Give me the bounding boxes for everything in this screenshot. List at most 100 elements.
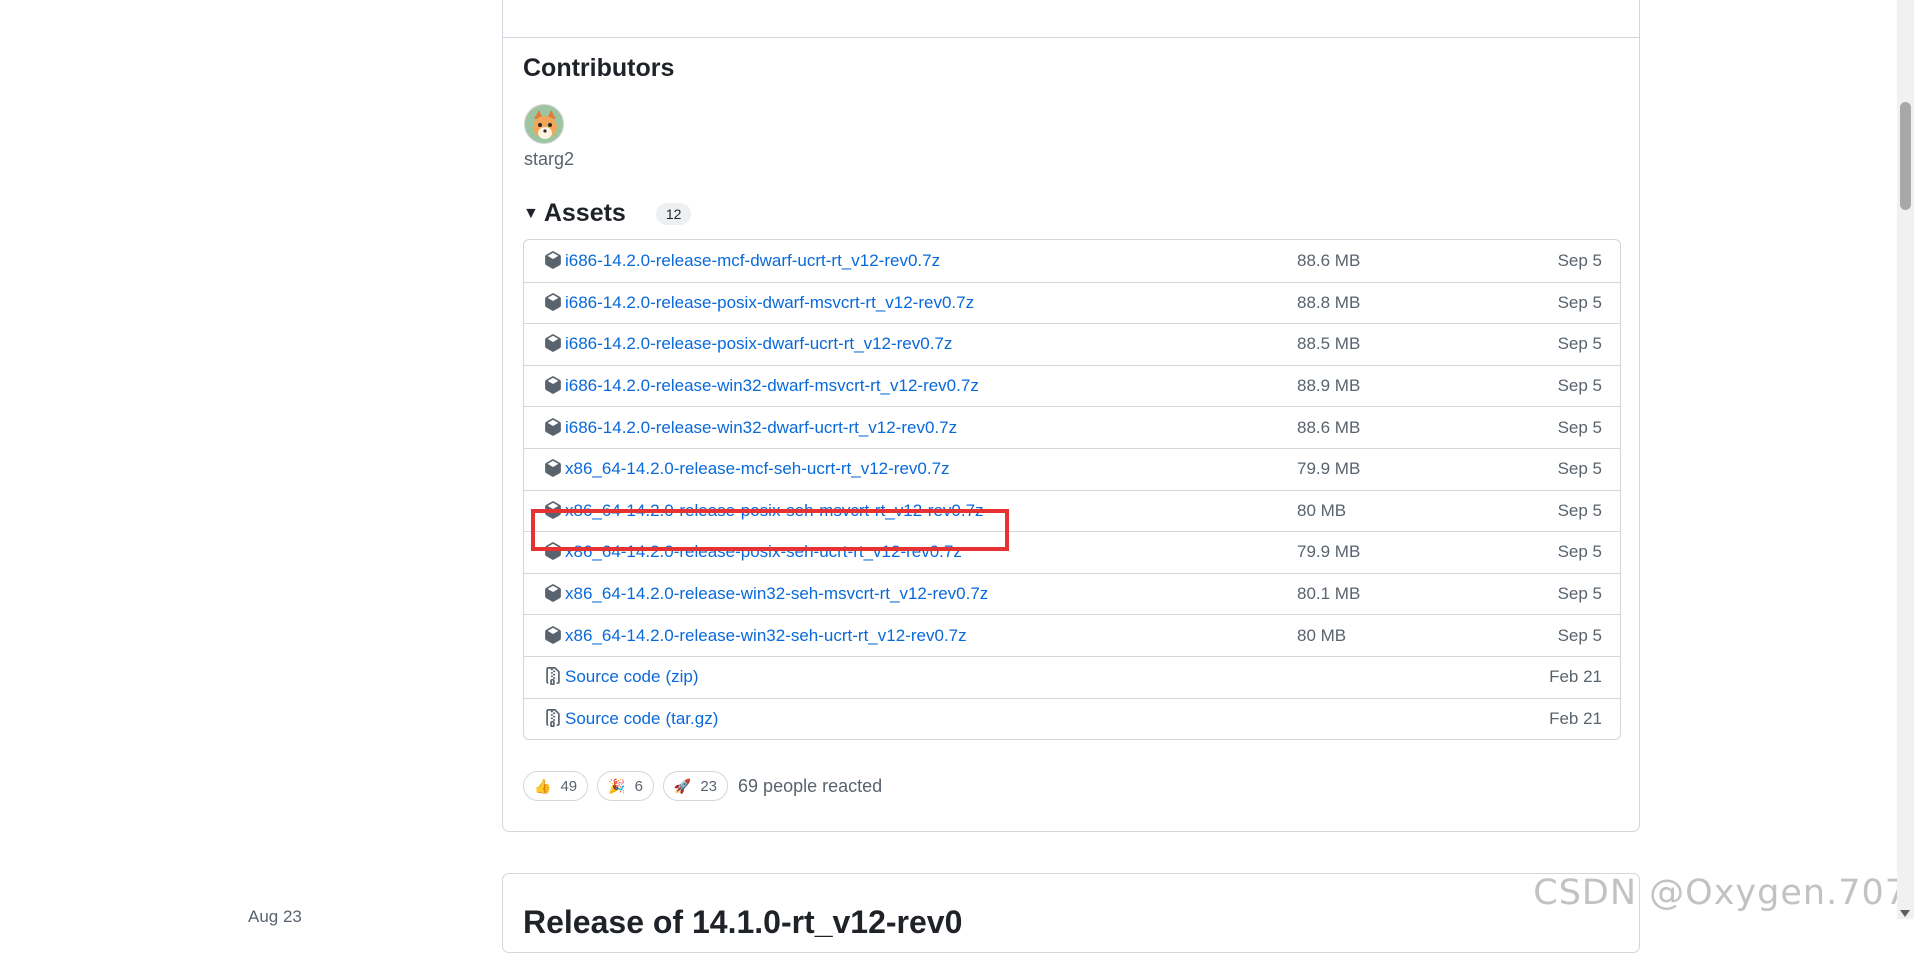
reaction-button[interactable]: 🎉 6 <box>597 771 654 801</box>
asset-download-link[interactable]: Source code (tar.gz) <box>544 708 719 729</box>
reactions-summary[interactable]: 69 people reacted <box>738 776 882 797</box>
divider <box>503 37 1639 38</box>
package-icon <box>544 501 564 521</box>
file-zip-icon <box>544 667 564 687</box>
scrollbar-thumb[interactable] <box>1900 102 1911 210</box>
package-icon <box>544 417 564 438</box>
package-icon <box>544 584 564 604</box>
asset-size: 88.9 MB <box>1297 376 1361 396</box>
assets-list: i686-14.2.0-release-mcf-dwarf-ucrt-rt_v1… <box>523 239 1621 741</box>
asset-row: i686-14.2.0-release-posix-dwarf-ucrt-rt_… <box>524 323 1620 365</box>
asset-download-link[interactable]: i686-14.2.0-release-posix-dwarf-ucrt-rt_… <box>544 334 952 354</box>
asset-row: i686-14.2.0-release-win32-dwarf-ucrt-rt_… <box>524 406 1620 448</box>
asset-size: 88.5 MB <box>1297 334 1361 354</box>
asset-date: Sep 5 <box>1557 584 1602 604</box>
asset-download-link[interactable]: x86_64-14.2.0-release-win32-seh-ucrt-rt_… <box>544 626 967 646</box>
triangle-down-icon: ▼ <box>523 204 539 222</box>
reaction-button[interactable]: 👍 49 <box>523 771 589 801</box>
asset-date: Sep 5 <box>1557 459 1602 479</box>
contributor-name[interactable]: starg2 <box>524 149 574 170</box>
asset-size: 88.8 MB <box>1297 292 1361 312</box>
asset-date: Sep 5 <box>1557 500 1602 520</box>
asset-download-link[interactable]: i686-14.2.0-release-win32-dwarf-msvcrt-r… <box>544 376 979 396</box>
asset-name: x86_64-14.2.0-release-win32-seh-msvcrt-r… <box>565 584 989 604</box>
asset-size: 79.9 MB <box>1297 542 1361 562</box>
assets-count-badge: 12 <box>655 202 692 225</box>
asset-name: Source code <box>565 667 661 687</box>
asset-date: Sep 5 <box>1557 376 1602 396</box>
next-release-date: Aug 23 <box>248 907 302 926</box>
asset-date: Sep 5 <box>1557 417 1602 437</box>
asset-row: x86_64-14.2.0-release-win32-seh-ucrt-rt_… <box>524 614 1620 656</box>
assets-heading: Assets <box>543 199 626 227</box>
asset-row: x86_64-14.2.0-release-posix-seh-msvcrt-r… <box>524 489 1620 532</box>
rocket-icon: 🚀 <box>673 777 692 794</box>
asset-name: i686-14.2.0-release-posix-dwarf-ucrt-rt_… <box>565 334 953 354</box>
asset-date: Sep 5 <box>1557 625 1602 645</box>
package-icon <box>544 334 564 354</box>
scrollbar[interactable] <box>1897 0 1914 919</box>
asset-download-link[interactable]: x86_64-14.2.0-release-posix-seh-ucrt-rt_… <box>544 542 962 562</box>
asset-date: Sep 5 <box>1557 292 1602 312</box>
asset-size: 79.9 MB <box>1297 459 1361 479</box>
asset-download-link[interactable]: i686-14.2.0-release-win32-dwarf-ucrt-rt_… <box>544 418 957 438</box>
next-release-card: Release of 14.1.0-rt_v12-rev0 <box>502 873 1640 953</box>
assets-toggle[interactable]: ▼ Assets 12 <box>523 199 692 228</box>
asset-download-link[interactable]: x86_64-14.2.0-release-mcf-seh-ucrt-rt_v1… <box>544 459 950 479</box>
package-icon <box>544 293 564 313</box>
asset-name: x86_64-14.2.0-release-mcf-seh-ucrt-rt_v1… <box>565 459 950 479</box>
asset-download-link[interactable]: i686-14.2.0-release-posix-dwarf-msvcrt-r… <box>544 293 974 313</box>
asset-date: Sep 5 <box>1557 250 1602 270</box>
asset-date: Sep 5 <box>1557 334 1602 354</box>
reaction-count: 6 <box>634 777 643 795</box>
scroll-down-arrow-icon[interactable] <box>1900 910 1910 917</box>
package-icon <box>544 376 564 396</box>
asset-row: x86_64-14.2.0-release-posix-seh-ucrt-rt_… <box>524 531 1620 573</box>
thumbs-up-icon: 👍 <box>534 777 552 794</box>
asset-name: i686-14.2.0-release-win32-dwarf-msvcrt-r… <box>565 376 979 396</box>
contributors-heading: Contributors <box>523 54 675 82</box>
contributor-avatar[interactable] <box>524 104 564 144</box>
party-popper-icon: 🎉 <box>608 777 626 794</box>
release-card: Contributors starg2 ▼ Assets 12 i686-14.… <box>502 0 1640 832</box>
asset-size: 88.6 MB <box>1297 250 1361 270</box>
reactions-bar: 👍 49 🎉 6 🚀 23 69 people reacted <box>523 771 882 801</box>
asset-name: x86_64-14.2.0-release-posix-seh-msvcrt-r… <box>565 500 984 520</box>
asset-size: 88.6 MB <box>1297 417 1361 437</box>
asset-size: 80 MB <box>1297 500 1347 520</box>
asset-row: i686-14.2.0-release-posix-dwarf-msvcrt-r… <box>524 281 1620 324</box>
asset-format: (tar.gz) <box>665 708 719 728</box>
asset-download-link[interactable]: Source code (zip) <box>544 667 699 687</box>
watermark: CSDN @Oxygen.707 <box>1533 873 1908 913</box>
asset-download-link[interactable]: x86_64-14.2.0-release-posix-seh-msvcrt-r… <box>544 501 984 521</box>
asset-date: Feb 21 <box>1549 708 1602 728</box>
asset-row: Source code (zip) Feb 21 <box>524 655 1620 698</box>
next-release-title[interactable]: Release of 14.1.0-rt_v12-rev0 <box>523 904 962 941</box>
reaction-count: 23 <box>700 777 718 795</box>
package-icon <box>544 250 564 271</box>
asset-name: x86_64-14.2.0-release-posix-seh-ucrt-rt_… <box>565 542 962 562</box>
package-icon <box>544 625 564 646</box>
file-zip-icon <box>544 708 564 729</box>
asset-download-link[interactable]: i686-14.2.0-release-mcf-dwarf-ucrt-rt_v1… <box>544 251 940 271</box>
package-icon <box>544 542 564 562</box>
asset-name: i686-14.2.0-release-mcf-dwarf-ucrt-rt_v1… <box>565 250 941 270</box>
asset-format: (zip) <box>665 667 699 687</box>
asset-size: 80.1 MB <box>1297 584 1361 604</box>
asset-row: i686-14.2.0-release-win32-dwarf-msvcrt-r… <box>524 364 1620 407</box>
asset-name: Source code <box>565 708 661 728</box>
reaction-count: 49 <box>560 777 578 795</box>
asset-row: x86_64-14.2.0-release-win32-seh-msvcrt-r… <box>524 572 1620 615</box>
asset-row: Source code (tar.gz) Feb 21 <box>524 697 1620 740</box>
asset-name: i686-14.2.0-release-win32-dwarf-ucrt-rt_… <box>565 417 958 437</box>
reaction-button[interactable]: 🚀 23 <box>662 771 729 801</box>
asset-name: i686-14.2.0-release-posix-dwarf-msvcrt-r… <box>565 292 975 312</box>
asset-row: x86_64-14.2.0-release-mcf-seh-ucrt-rt_v1… <box>524 447 1620 490</box>
asset-size: 80 MB <box>1297 625 1347 645</box>
asset-download-link[interactable]: x86_64-14.2.0-release-win32-seh-msvcrt-r… <box>544 584 988 604</box>
asset-name: x86_64-14.2.0-release-win32-seh-ucrt-rt_… <box>565 625 967 645</box>
asset-date: Sep 5 <box>1557 542 1602 562</box>
asset-row: i686-14.2.0-release-mcf-dwarf-ucrt-rt_v1… <box>524 240 1620 282</box>
asset-date: Feb 21 <box>1549 667 1602 687</box>
package-icon <box>544 459 564 479</box>
